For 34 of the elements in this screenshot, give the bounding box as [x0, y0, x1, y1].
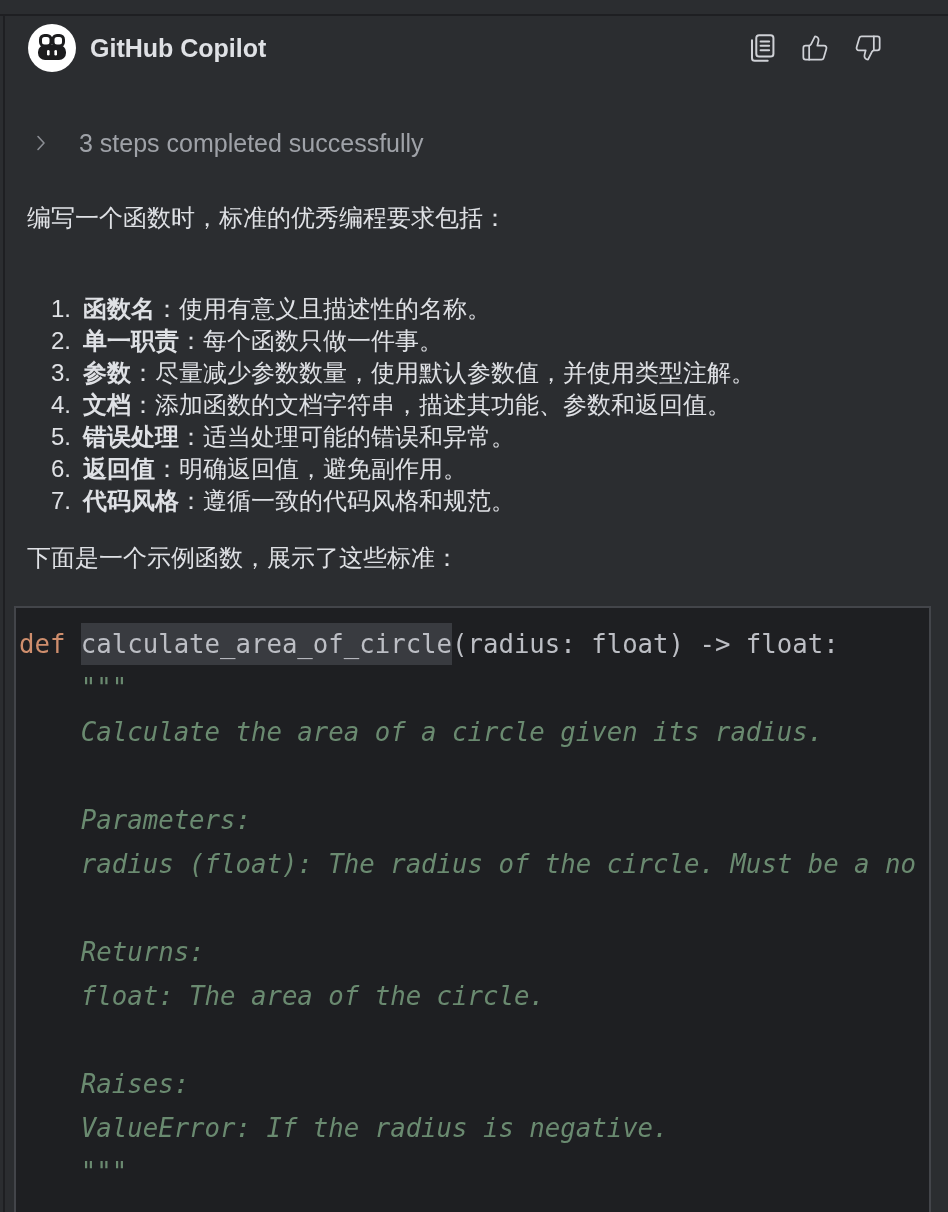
function-name: calculate_area_of_circle [80, 623, 453, 665]
list-number: 1. [51, 294, 71, 324]
list-item-text: 错误处理：适当处理可能的错误和异常。 [83, 422, 515, 453]
thumbs-down-icon[interactable] [854, 34, 882, 62]
list-item-text: 文档：添加函数的文档字符串，描述其功能、参数和返回值。 [83, 390, 731, 421]
docstring-text: ValueError: If the radius is negative. [80, 1113, 669, 1143]
list-number: 2. [51, 326, 71, 356]
docstring-text: """ [80, 1157, 128, 1187]
list-number: 6. [51, 454, 71, 484]
docstring-text: radius (float): The radius of the circle. Must be a no [80, 849, 916, 879]
list-item-text: 单一职责：每个函数只做一件事。 [83, 326, 443, 357]
thumbs-up-icon[interactable] [801, 34, 829, 62]
docstring-text: float: The area of the circle. [80, 981, 545, 1011]
docstring-text: Parameters: [80, 805, 251, 835]
docstring-text: Calculate the area of a circle given its radius. [80, 717, 824, 747]
list-item-text: 参数：尽量减少参数数量，使用默认参数值，并使用类型注解。 [83, 358, 755, 389]
assistant-name: GitHub Copilot [90, 33, 267, 63]
code-text: (radius: float) -> float: [452, 628, 839, 661]
docstring-text: Raises: [80, 1069, 190, 1099]
list-item-text: 函数名：使用有意义且描述性的名称。 [83, 294, 491, 325]
intro-text: 编写一个函数时，标准的优秀编程要求包括： [27, 203, 508, 234]
list-item-text: 代码风格：遵循一致的代码风格和规范。 [83, 486, 515, 517]
code-keyword: def [19, 628, 66, 661]
list-number: 3. [51, 358, 71, 388]
outro-text: 下面是一个示例函数，展示了这些标准： [27, 543, 460, 574]
copy-icon[interactable] [748, 34, 776, 62]
list-number: 5. [51, 422, 71, 452]
docstring-text: """ [80, 673, 128, 703]
goggles-face-icon [28, 24, 76, 72]
list-item-text: 返回值：明确返回值，避免副作用。 [83, 454, 467, 485]
list-number: 7. [51, 486, 71, 516]
list-number: 4. [51, 390, 71, 420]
steps-toggle[interactable]: 3 steps completed successfully [36, 125, 424, 161]
docstring-text: Returns: [80, 937, 205, 967]
